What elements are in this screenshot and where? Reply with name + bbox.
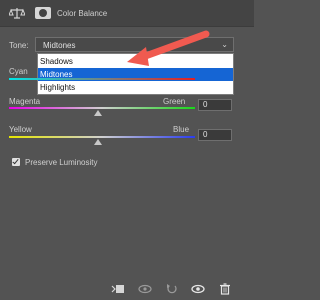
bottom-toolbar: [0, 276, 254, 300]
reset-icon[interactable]: [165, 283, 179, 295]
tone-dropdown-list: Shadows Midtones Highlights: [37, 53, 234, 95]
tone-option-shadows[interactable]: Shadows: [38, 55, 233, 68]
magenta-green-track[interactable]: [9, 107, 195, 109]
cyan-red-track[interactable]: [9, 78, 195, 80]
color-balance-icon: [9, 8, 25, 19]
green-label: Green: [163, 97, 186, 106]
trash-icon[interactable]: [218, 283, 232, 295]
magenta-green-thumb[interactable]: [94, 110, 102, 116]
cyan-label: Cyan: [9, 67, 28, 76]
tone-select[interactable]: Midtones ⌄: [35, 37, 234, 52]
preserve-luminosity-label: Preserve Luminosity: [25, 158, 98, 167]
clip-to-layer-icon[interactable]: [111, 283, 125, 295]
layer-mask-icon[interactable]: [35, 7, 51, 19]
panel-title: Color Balance: [57, 9, 108, 18]
magenta-green-value[interactable]: 0: [198, 99, 232, 111]
tone-label: Tone:: [9, 41, 29, 50]
tone-option-highlights[interactable]: Highlights: [38, 81, 233, 94]
yellow-blue-thumb[interactable]: [94, 139, 102, 145]
blue-label: Blue: [173, 125, 190, 134]
view-previous-state-icon[interactable]: [138, 283, 152, 295]
yellow-blue-track[interactable]: [9, 136, 195, 138]
visibility-eye-icon[interactable]: [191, 283, 205, 295]
yellow-blue-value[interactable]: 0: [198, 129, 232, 141]
chevron-down-icon: ⌄: [221, 40, 228, 49]
magenta-label: Magenta: [9, 97, 41, 106]
tone-select-value: Midtones: [43, 41, 76, 50]
yellow-label: Yellow: [9, 125, 32, 134]
preserve-luminosity-checkbox[interactable]: [12, 158, 20, 166]
